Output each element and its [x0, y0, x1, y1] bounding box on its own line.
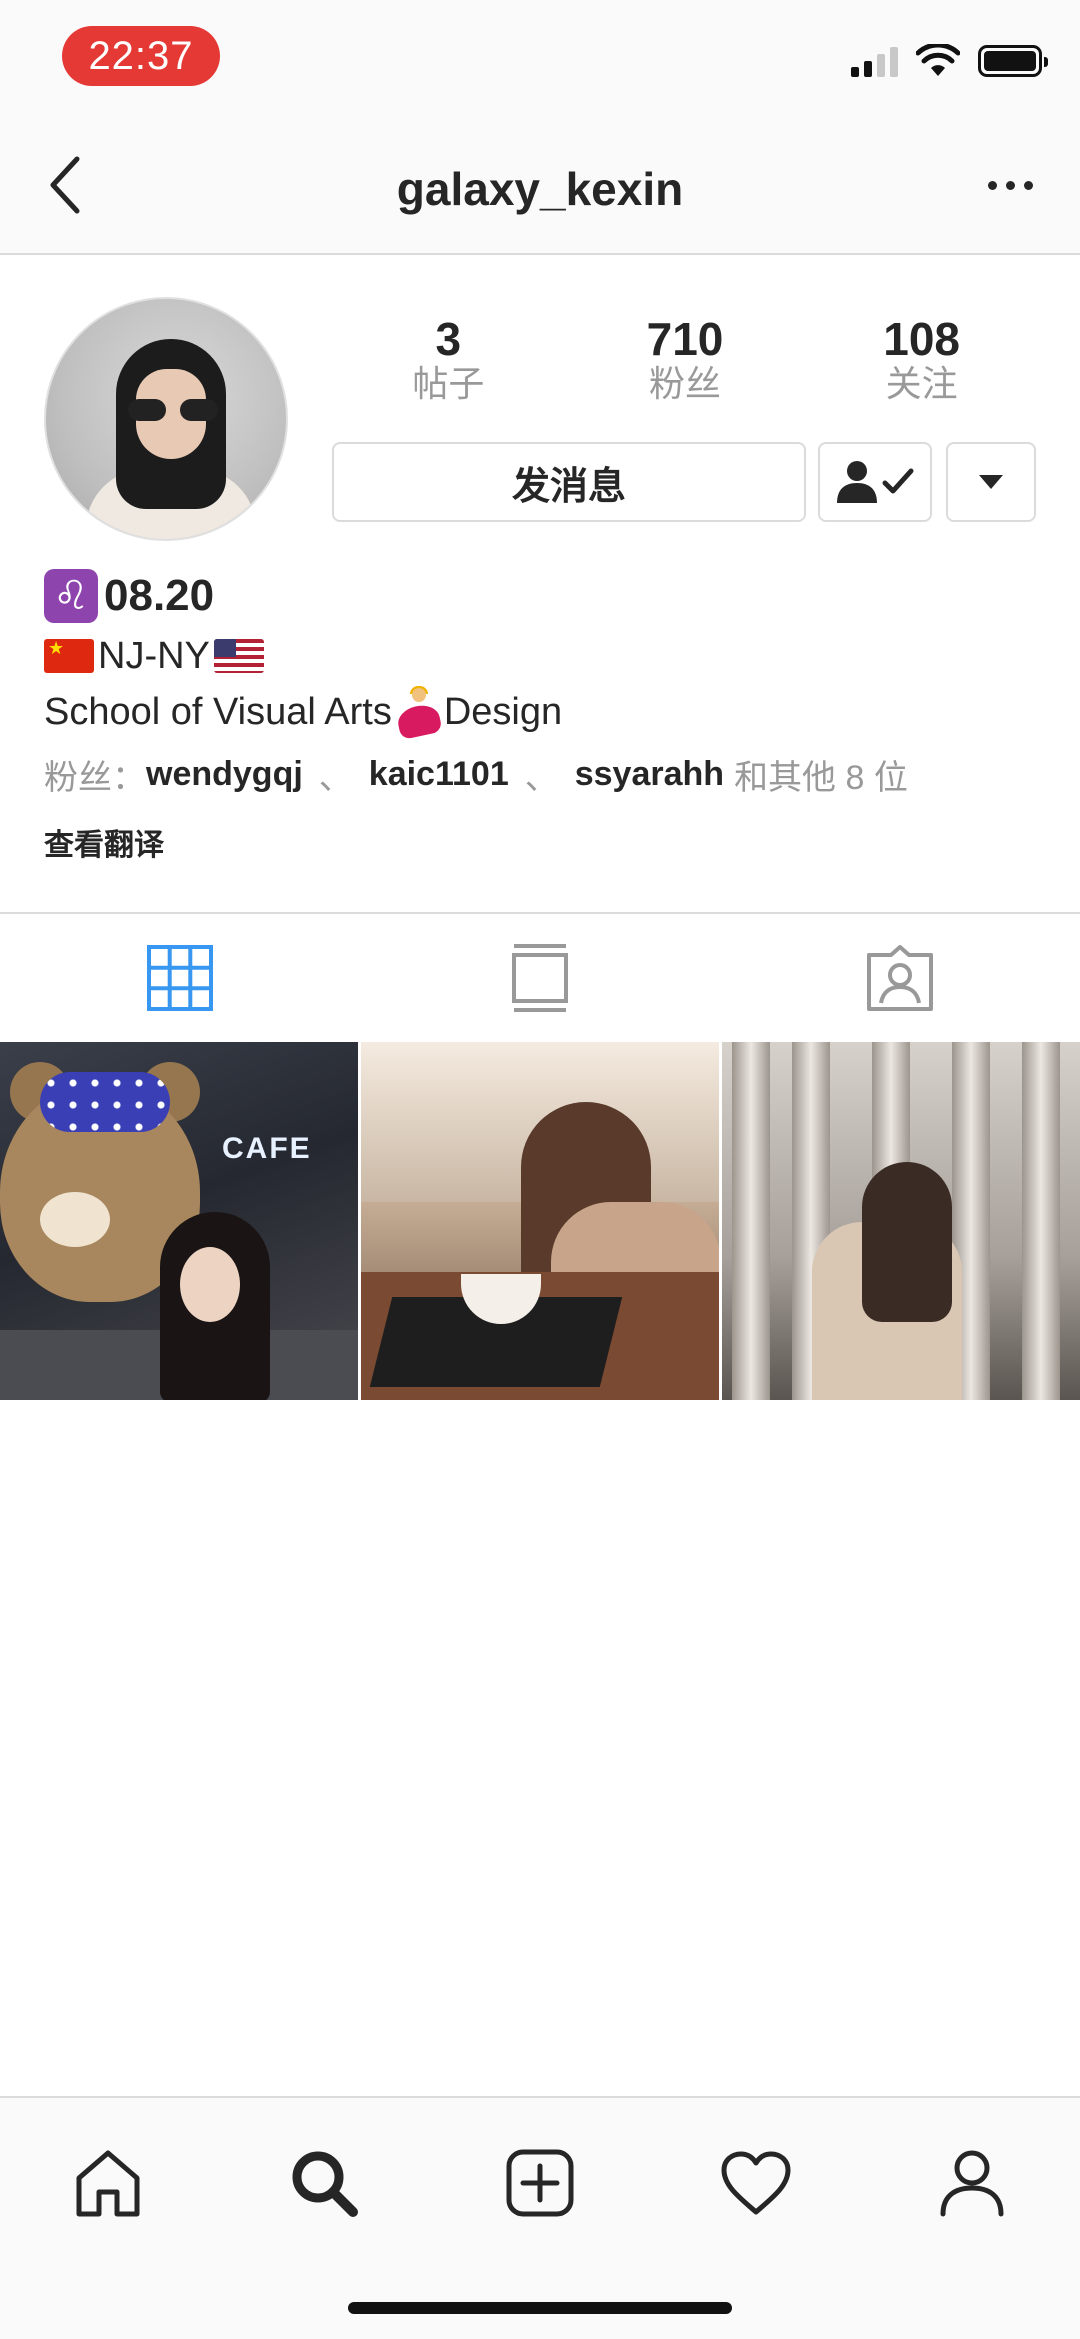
profile-icon [940, 2150, 1004, 2217]
follower-username[interactable]: wendygqj [146, 755, 303, 794]
bio-line: ♌ 08.20 [44, 566, 1044, 626]
follower-username[interactable]: ssyarahh [575, 755, 724, 794]
bio-text: Design [443, 690, 563, 733]
posts-grid: CAFE [0, 1042, 1080, 1400]
profile-tabs [0, 912, 1080, 1042]
cafe-sign-graphic: CAFE [222, 1132, 312, 1165]
bio-line: NJ-NY [44, 628, 1044, 684]
more-dot-icon [1005, 180, 1015, 190]
user-check-icon [837, 461, 914, 503]
bio-text: 08.20 [104, 571, 215, 620]
stat-value: 710 [646, 313, 724, 365]
follower-username[interactable]: kaic1101 [369, 755, 509, 794]
battery-icon [978, 45, 1048, 77]
mutual-followers[interactable]: 粉丝： wendygqj 、 kaic1101 、 ssyarahh 和其他 8… [44, 746, 1044, 802]
stat-label: 关注 [885, 363, 958, 405]
home-icon [76, 2150, 140, 2217]
caret-down-icon [979, 475, 1003, 489]
more-dot-icon [1023, 180, 1033, 190]
leo-zodiac-icon: ♌ [44, 569, 98, 623]
search-icon [292, 2151, 358, 2217]
separator: 、 [524, 758, 559, 797]
home-indicator[interactable] [348, 2302, 732, 2314]
stat-label: 粉丝 [648, 363, 721, 405]
feed-icon [512, 944, 568, 1012]
page-title: galaxy_kexin [396, 163, 684, 215]
followers-prefix: 粉丝： [44, 758, 146, 797]
more-dot-icon [987, 180, 997, 190]
profile-avatar[interactable] [44, 297, 288, 541]
profile-stats: 3 帖子 710 粉丝 108 关注 [330, 315, 1040, 405]
tab-grid[interactable] [0, 914, 360, 1042]
followers-suffix: 和其他 8 位 [734, 758, 908, 797]
dancer-emoji-icon [394, 686, 443, 741]
grid-icon [147, 945, 213, 1011]
new-post-icon [506, 2149, 574, 2217]
nav-activity[interactable] [696, 2138, 816, 2228]
post-thumbnail[interactable] [361, 1042, 719, 1400]
more-options-button[interactable] [970, 160, 1050, 210]
following-count[interactable]: 108 关注 [822, 315, 1022, 405]
usa-flag-icon [213, 639, 264, 673]
wifi-icon [916, 44, 960, 76]
cellular-signal-icon [851, 45, 898, 77]
status-icons [851, 44, 1048, 78]
suggested-users-dropdown[interactable] [946, 442, 1036, 522]
china-flag-icon [44, 639, 94, 673]
status-bar: 22:37 [0, 0, 1080, 120]
bio-text: NJ-NY [98, 634, 210, 677]
tab-tagged[interactable] [720, 914, 1080, 1042]
stat-label: 帖子 [412, 363, 485, 405]
followers-count[interactable]: 710 粉丝 [585, 315, 785, 405]
stat-value: 3 [435, 313, 462, 365]
nav-header: galaxy_kexin [0, 120, 1080, 255]
post-thumbnail[interactable] [722, 1042, 1080, 1400]
stat-value: 108 [883, 313, 961, 365]
separator: 、 [318, 758, 353, 797]
nav-home[interactable] [48, 2138, 168, 2228]
nav-profile[interactable] [912, 2138, 1032, 2228]
posts-count[interactable]: 3 帖子 [348, 315, 548, 405]
nav-search[interactable] [264, 2138, 384, 2228]
tagged-icon [867, 945, 933, 1011]
tab-feed[interactable] [360, 914, 720, 1042]
status-time: 22:37 [62, 26, 220, 86]
message-button[interactable]: 发消息 [332, 442, 806, 522]
activity-heart-icon [721, 2151, 791, 2215]
post-thumbnail[interactable]: CAFE [0, 1042, 358, 1400]
profile-bio: ♌ 08.20 NJ-NY School of Visual Arts Desi… [44, 566, 1044, 802]
bio-line: School of Visual Arts Design [44, 684, 1044, 741]
see-translation-link[interactable]: 查看翻译 [44, 820, 164, 864]
bio-text: School of Visual Arts [44, 690, 392, 733]
following-button[interactable] [818, 442, 932, 522]
nav-new-post[interactable] [480, 2138, 600, 2228]
